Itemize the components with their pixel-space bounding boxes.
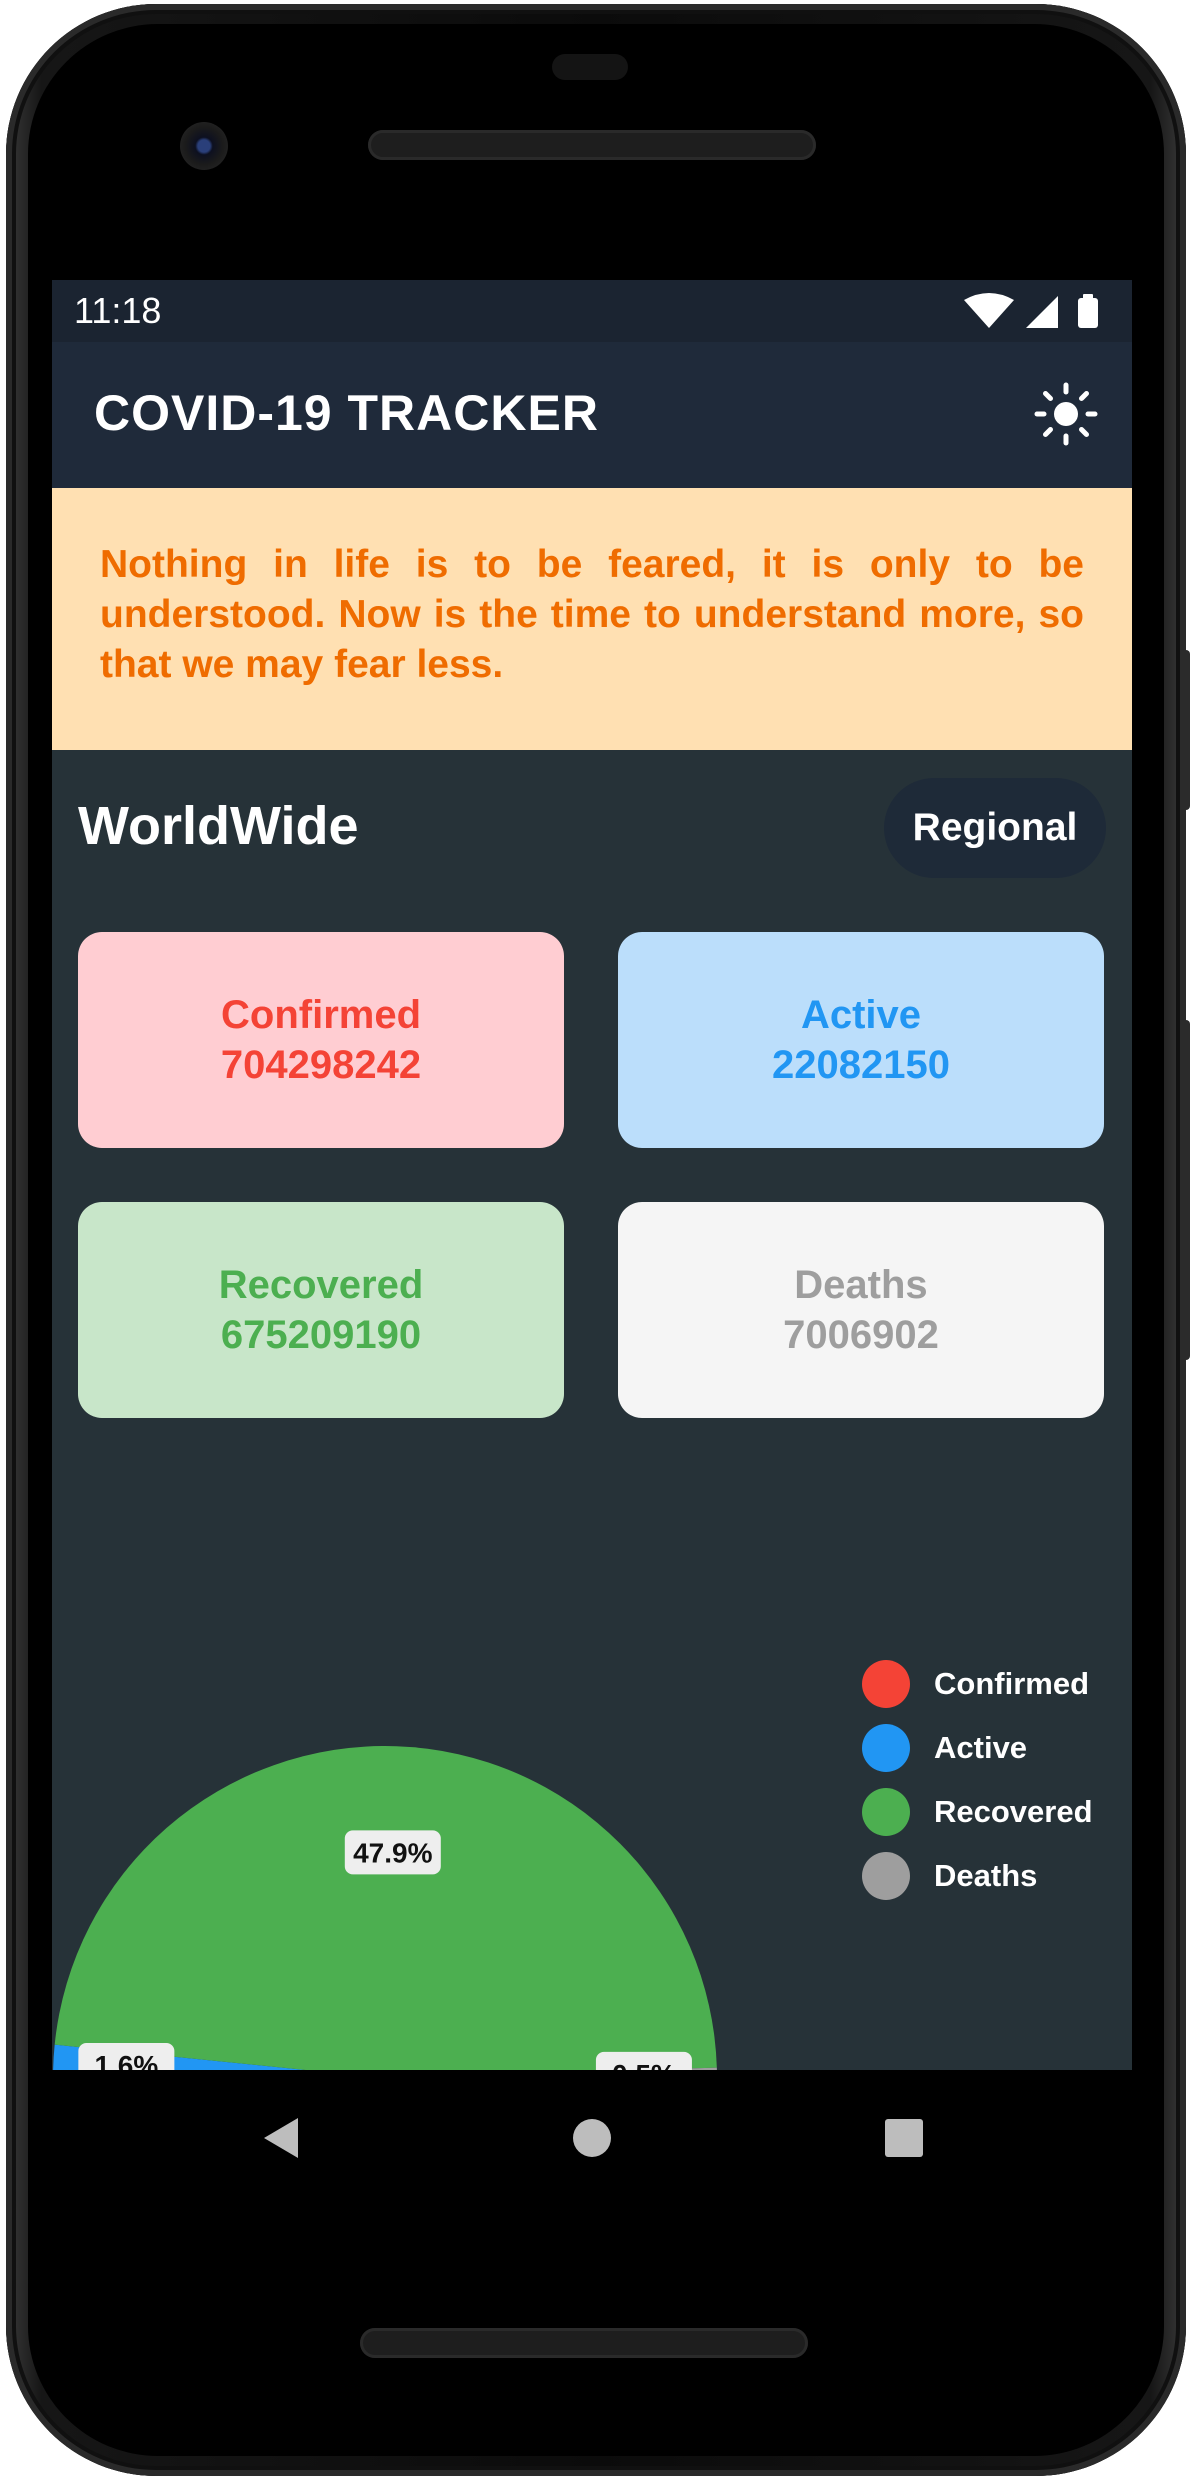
app-screen: 11:18 COVID-19 TRACKER Nothing in life i… [52,280,1132,2070]
legend-dot [862,1724,910,1772]
volume-button [1180,1020,1190,1360]
pie-label-text: 47.9% [353,1837,432,1868]
quote-text: Nothing in life is to be feared, it is o… [100,543,1084,686]
legend-item-confirmed: Confirmed [862,1660,1122,1708]
navigation-bar [52,2070,1132,2202]
legend-dot [862,1660,910,1708]
legend-label: Active [934,1730,1028,1765]
active-card: Active 22082150 [618,932,1104,1148]
deaths-label: Deaths [794,1263,928,1307]
deaths-card: Deaths 7006902 [618,1202,1104,1418]
wifi-icon [964,293,1014,328]
status-icons [964,293,1098,328]
cellular-signal-icon [1026,296,1058,328]
deaths-value: 7006902 [783,1313,939,1357]
legend-item-recovered: Recovered [862,1788,1122,1836]
pie-label-recovered: 47.9% [344,1830,441,1875]
sun-icon[interactable] [1034,382,1098,446]
confirmed-card: Confirmed 704298242 [78,932,564,1148]
legend-label: Recovered [934,1794,1093,1829]
section-title: WorldWide [78,796,359,856]
recents-square-icon[interactable] [874,2108,934,2168]
earpiece-notch [552,54,628,80]
legend-item-active: Active [862,1724,1122,1772]
chart-legend: Confirmed Active Recovered Deaths [862,1660,1122,1916]
quote-banner: Nothing in life is to be feared, it is o… [52,488,1132,750]
active-value: 22082150 [772,1043,950,1087]
home-circle-icon[interactable] [562,2108,622,2168]
front-camera-icon [180,122,228,170]
active-label: Active [800,993,922,1037]
app-bar: COVID-19 TRACKER [52,342,1132,488]
pie-label-deaths: 0.5% [595,2051,692,2070]
back-triangle-icon[interactable] [252,2108,312,2168]
status-bar: 11:18 [52,280,1132,342]
pie-chart[interactable]: 50.0%1.6%47.9%0.5% [52,1460,852,2070]
confirmed-label: Confirmed [221,993,421,1037]
app-title: COVID-19 TRACKER [94,385,599,441]
legend-label: Deaths [934,1858,1038,1893]
status-time: 11:18 [74,290,162,331]
top-speaker-grille [368,130,816,160]
legend-dot [862,1852,910,1900]
battery-icon [1078,298,1098,328]
bottom-speaker-grille [360,2328,808,2358]
legend-item-deaths: Deaths [862,1852,1122,1900]
pie-label-active: 1.6% [78,2042,175,2070]
legend-dot [862,1788,910,1836]
recovered-card: Recovered 675209190 [78,1202,564,1418]
recovered-label: Recovered [218,1263,424,1307]
power-button [1180,650,1190,810]
legend-label: Confirmed [934,1666,1089,1701]
pie-label-text: 1.6% [94,2050,158,2070]
confirmed-value: 704298242 [220,1043,422,1087]
recovered-value: 675209190 [220,1313,422,1357]
regional-button[interactable]: Regional [884,778,1106,878]
pie-label-text: 0.5% [612,2059,676,2070]
pie-slice-recovered[interactable] [54,1746,717,2070]
